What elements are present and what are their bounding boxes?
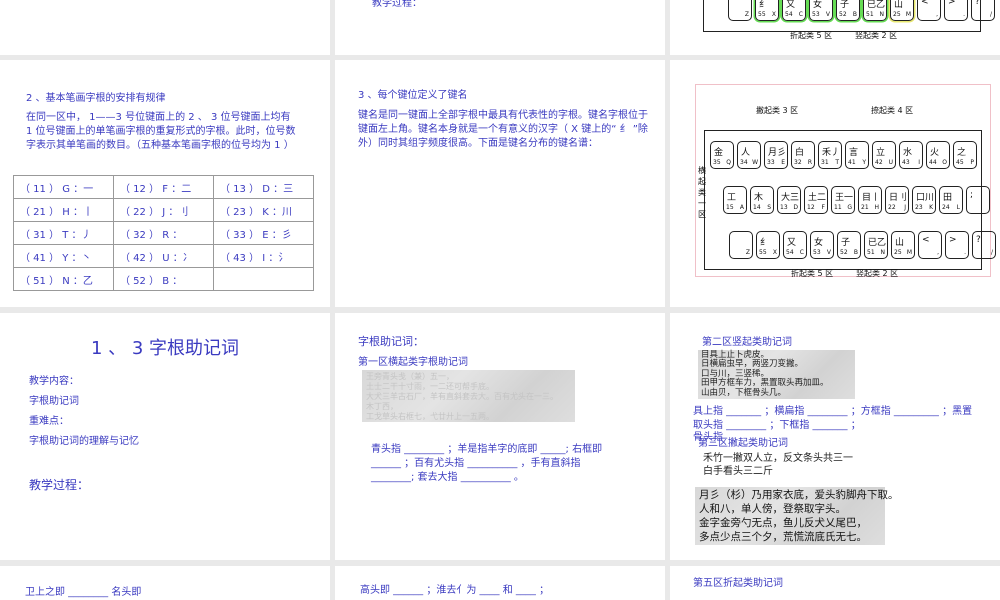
slide-title: 第五区折起类助记词 <box>693 578 783 589</box>
table-cell: （ 23 ） K ：川 <box>213 198 314 222</box>
slide-thumbnail-7[interactable]: 1 、 3 字根助记词 教学内容： 字根助记词 重难点： 字根助记词的理解与记忆… <box>0 313 330 560</box>
slide-text: 高头即 ______ ；淮去亻为 ____ 和 ____ ； <box>360 585 550 596</box>
table-cell: （ 31 ） T ：丿 <box>13 221 114 245</box>
keyboard-frame <box>703 0 981 32</box>
mnemonic-line: 金字金旁勺无点，鱼儿反犬乂尾巴， <box>699 517 867 529</box>
table-cell <box>213 267 314 291</box>
mnemonic-image: 王旁青头戋（兼）五一， 土士二干十寸雨，一二还可帮手底。 大犬三羊古石厂，羊有直… <box>362 370 575 422</box>
slide-body: 在同一区中， 1——3 号位键面上的 2 、 3 位号键面上均有 1 位号键面上… <box>26 112 296 151</box>
faded-line: 大犬三羊古石厂，羊有直斜套去大。百有尤头在一三。 <box>366 392 558 401</box>
slide-text: 卫上之即 ________ 名头即 <box>25 587 142 598</box>
keyboard-diagram: 金35Q人34W月彡33E白32R禾丿31T言41Y立42U水43I火44O之4… <box>695 84 996 278</box>
zone-label: 折起类 5 区 <box>791 269 834 278</box>
faded-line: 土士二干十寸雨，一二还可帮手底。 <box>366 382 494 391</box>
key-label: / <box>990 249 993 256</box>
zone-label: 竖起类 2 区 <box>856 269 899 278</box>
slide-title: 字根助记词： <box>358 335 424 348</box>
table-cell: （ 11 ） G ：一 <box>13 175 114 199</box>
zone-label: 捺起类 4 区 <box>871 106 914 115</box>
zone-label: 竖起类 2 区 <box>855 31 898 40</box>
mnemonic-image: 月彡（杉）乃用家衣底，爱头豹脚舟下取。 人和八，单人傍，登祭取字头。 金字金旁勺… <box>695 487 899 545</box>
table-cell: （ 13 ） D ：三 <box>213 175 314 199</box>
slide-thumbnail-8[interactable]: 字根助记词： 第一区横起类字根助记词 王旁青头戋（兼）五一， 土士二干十寸雨，一… <box>335 313 665 560</box>
mnemonic-line: 人和八，单人傍，登祭取字头。 <box>699 503 846 515</box>
zone-label: 撇起类 3 区 <box>756 106 799 115</box>
slide-thumbnail-10[interactable]: 卫上之即 ________ 名头即 <box>0 566 330 600</box>
table-row: （ 41 ） Y ：丶（ 42 ） U ：冫（ 43 ） I ：氵 <box>13 244 314 268</box>
slide-item: 重难点： <box>29 416 69 427</box>
table-cell: （ 41 ） Y ：丶 <box>13 244 114 268</box>
slide-item: 教学内容： <box>29 376 79 387</box>
slide-thumbnail-1[interactable] <box>0 0 330 55</box>
keyboard-frame <box>704 130 982 270</box>
table-row: （ 11 ） G ：一（ 12 ） F ：二（ 13 ） D ：三 <box>13 175 314 199</box>
faded-line: 木丁西， <box>366 402 426 411</box>
slide-thumbnail-11[interactable]: 高头即 ______ ；淮去亻为 ____ 和 ____ ； <box>335 566 665 600</box>
slide-subtitle: 教学过程： <box>29 478 90 492</box>
table-cell: （ 12 ） F ：二 <box>113 175 214 199</box>
table-row: （ 21 ） H ：丨（ 22 ） J ：刂（ 23 ） K ：川 <box>13 198 314 222</box>
fill-in-text: 青头指 ________ ；羊是指羊字的底即 _____; 右框即 ______… <box>371 444 603 483</box>
mnemonic-line: 月彡（杉）乃用家衣底，爱头豹脚舟下取。 <box>699 489 899 501</box>
slide-subtitle: 第三区撇起类助记词 <box>698 438 788 449</box>
slide-thumbnail-2[interactable]: 教学过程： <box>335 0 665 55</box>
slide-title: 3 、每个键位定义了键名 <box>358 90 468 101</box>
slide-thumbnail-6[interactable]: 金 35 Q 人 34 W 月彡 33 E 白 32 R 禾丿 31 T 言 41 Y 立 42 U 水 43 I 火 44 O 之 4… <box>670 60 1000 307</box>
table-cell: （ 42 ） U ：冫 <box>113 244 214 268</box>
slide-text: 教学过程： <box>372 0 422 9</box>
slide-thumbnail-5[interactable]: 3 、每个键位定义了键名 键名是同一键面上全部字根中最具有代表性的字根。键名字根… <box>335 60 665 307</box>
stroke-table: （ 11 ） G ：一（ 12 ） F ：二（ 13 ） D ：三（ 21 ） … <box>13 175 314 291</box>
table-cell: （ 33 ） E ：彡 <box>213 221 314 245</box>
slide-body: 键名是同一键面上全部字根中最具有代表性的字根。键名字根位于键面左上角。键名本身就… <box>358 110 648 149</box>
slide-thumbnail-9[interactable]: 第二区竖起类助记词 目具上止卜虎皮。 日横扁虫早，两竖刀变撇。 口与川，三竖稀。… <box>670 313 1000 560</box>
table-cell: （ 22 ） J ：刂 <box>113 198 214 222</box>
slide-thumbnail-12[interactable]: 第五区折起类助记词 <box>670 566 1000 600</box>
table-cell: （ 51 ） N ：乙 <box>13 267 114 291</box>
slide-subtitle: 第一区横起类字根助记词 <box>358 357 468 368</box>
slide-item: 字根助记词的理解与记忆 <box>29 436 139 447</box>
mnemonic-line: 白手看头三二斤 <box>703 466 773 477</box>
mnemonic-line: 山由贝，下框骨头几。 <box>701 387 787 398</box>
slide-title: 第二区竖起类助记词 <box>702 337 792 348</box>
mnemonic-image: 目具上止卜虎皮。 日横扁虫早，两竖刀变撇。 口与川，三竖稀。 田甲方框车力，黑置… <box>698 350 855 399</box>
slide-title: 1 、 3 字根助记词 <box>90 338 240 359</box>
table-cell: （ 32 ） R ： <box>113 221 214 245</box>
slide-thumbnail-3[interactable]: 金35Q人34W月彡33E白32R禾丿31T言41Y立42U水43I火44O之4… <box>670 0 1000 55</box>
faded-line: 工戈草头右框七，弋廿廾上一五两。 <box>366 412 494 421</box>
zone-label: 横起类一区 <box>698 166 706 219</box>
faded-line: 王旁青头戋（兼）五一， <box>366 372 454 381</box>
zone-label: 折起类 5 区 <box>790 31 833 40</box>
table-row: （ 51 ） N ：乙（ 52 ） B ： <box>13 267 314 291</box>
fill-in-text: 具上指 _______ ；横扁指 ________ ；方框指 _________… <box>693 406 973 431</box>
table-cell: （ 21 ） H ：丨 <box>13 198 114 222</box>
slide-title: 2 、基本笔画字根的安排有规律 <box>26 93 166 104</box>
key-label: / <box>989 11 992 18</box>
table-cell: （ 43 ） I ：氵 <box>213 244 314 268</box>
keyboard-diagram: 金35Q人34W月彡33E白32R禾丿31T言41Y立42U水43I火44O之4… <box>695 0 995 42</box>
slide-thumbnail-4[interactable]: 2 、基本笔画字根的安排有规律 在同一区中， 1——3 号位键面上的 2 、 3… <box>0 60 330 307</box>
table-cell: （ 52 ） B ： <box>113 267 214 291</box>
table-row: （ 31 ） T ：丿（ 32 ） R ：（ 33 ） E ：彡 <box>13 221 314 245</box>
mnemonic-line: 禾竹一撇双人立，反文条头共三一 <box>703 453 853 464</box>
mnemonic-line: 多点少点三个夕，荒慌流底氏无七。 <box>699 531 867 543</box>
slide-item: 字根助记词 <box>29 396 79 407</box>
